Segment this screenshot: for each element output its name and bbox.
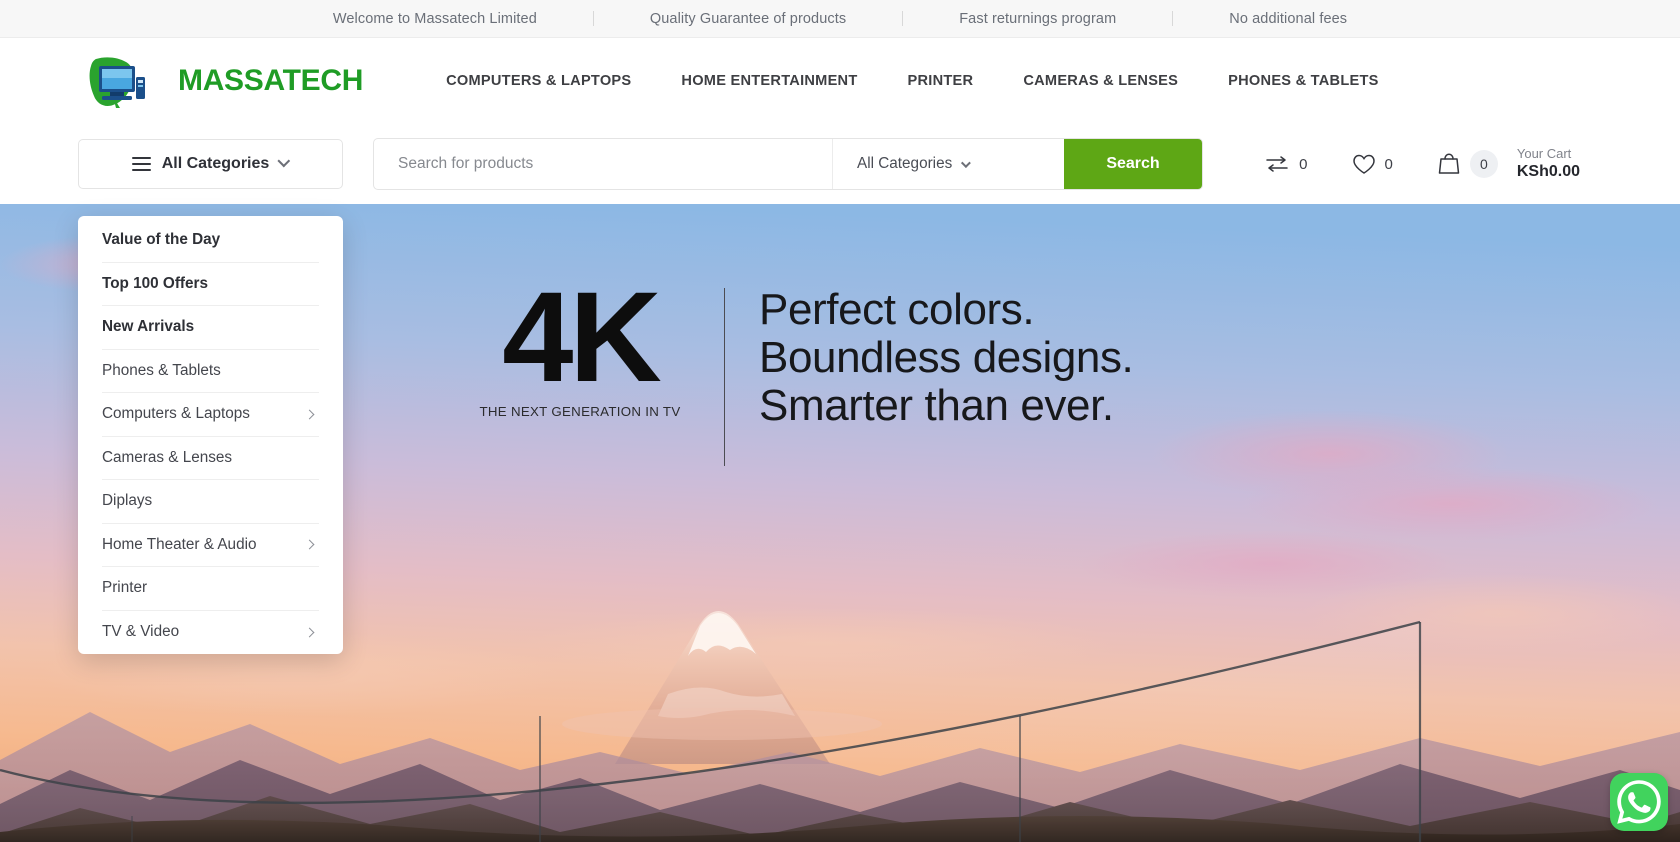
dropdown-item-label: TV & Video [102,623,180,641]
search-bar: All Categories Search [373,138,1203,190]
hero-headline-line-0: Perfect colors. [759,285,1035,334]
dropdown-item-diplays[interactable]: Diplays [102,480,319,524]
nav-item-phones-tablets[interactable]: PHONES & TABLETS [1203,73,1404,89]
whatsapp-chat-button[interactable] [1610,773,1668,831]
hero-copy: 4K THE NEXT GENERATION IN TV Perfect col… [470,266,1134,466]
cart-summary: Your Cart KSh0.00 [1517,146,1580,182]
all-categories-button[interactable]: All Categories [78,139,343,189]
dropdown-item-home-theater-audio[interactable]: Home Theater & Audio [102,524,319,567]
dropdown-item-label: Printer [102,579,148,597]
announcement-item-0: Welcome to Massatech Limited [332,10,537,27]
announcement-item-3: No additional fees [1229,10,1348,27]
search-input[interactable] [374,139,832,189]
dropdown-item-top-100-offers[interactable]: Top 100 Offers [102,263,319,306]
announcement-item-2: Fast returnings program [959,10,1117,27]
nav-item-home-entertainment[interactable]: HOME ENTERTAINMENT [656,73,882,89]
dropdown-item-printer[interactable]: Printer [102,567,319,611]
cart-total: KSh0.00 [1516,163,1580,181]
main-navigation: COMPUTERS & LAPTOPS HOME ENTERTAINMENT P… [421,73,1404,89]
search-row: All Categories All Categories Search 0 0 [0,124,1680,204]
announcement-list: Welcome to Massatech Limited Quality Gua… [277,11,1403,27]
dropdown-item-phones-tablets[interactable]: Phones & Tablets [102,350,319,393]
hero-subtitle: THE NEXT GENERATION IN TV [479,403,681,419]
compare-button[interactable]: 0 [1242,154,1329,174]
cart-label: Your Cart [1516,145,1572,161]
search-category-value: All Categories [857,155,953,172]
hero-headline-line-2: Smarter than ever. [759,380,1114,430]
logo-wordmark: MASSATECH [178,64,364,97]
dropdown-item-label: Value of the Day [102,231,221,249]
compare-count: 0 [1299,155,1308,173]
all-categories-label: All Categories [161,155,270,172]
shopping-bag-icon [1438,153,1460,174]
dropdown-item-cameras-lenses[interactable]: Cameras & Lenses [102,437,319,480]
dropdown-item-label: Phones & Tablets [102,361,221,379]
chevron-down-icon [961,157,972,168]
heart-icon [1352,154,1375,174]
all-categories-dropdown[interactable]: Value of the Day Top 100 Offers New Arri… [78,216,343,654]
chevron-down-icon [277,154,291,167]
chevron-right-icon [304,409,315,420]
cart-button[interactable]: 0 Your Cart KSh0.00 [1415,146,1602,182]
header-actions: 0 0 0 Your Cart KSh0.00 [1242,146,1602,182]
dropdown-item-tv-video[interactable]: TV & Video [102,611,319,655]
announcement-bar: Welcome to Massatech Limited Quality Gua… [0,0,1680,38]
announcement-item-1: Quality Guarantee of products [649,10,847,27]
search-category-select[interactable]: All Categories [832,139,1064,189]
dropdown-item-label: Home Theater & Audio [102,535,257,553]
hero-divider [724,288,725,466]
cart-count-badge: 0 [1469,150,1498,178]
hamburger-icon [131,157,151,171]
site-header: MASSATECH COMPUTERS & LAPTOPS HOME ENTER… [0,38,1680,124]
nav-item-printer[interactable]: PRINTER [883,73,999,89]
dropdown-item-label: Diplays [102,492,153,510]
compare-icon [1266,156,1288,172]
hero-headline-line-1: Boundless designs. [759,332,1134,382]
search-button[interactable]: Search [1064,139,1202,189]
dropdown-item-label: Top 100 Offers [102,274,208,292]
chevron-right-icon [304,627,315,638]
nav-item-computers-laptops[interactable]: COMPUTERS & LAPTOPS [421,73,656,89]
logo-icon [89,57,145,108]
dropdown-item-label: Computers & Laptops [102,405,250,423]
hero-badge-block: 4K THE NEXT GENERATION IN TV [470,266,690,419]
dropdown-item-computers-laptops[interactable]: Computers & Laptops [102,393,319,437]
wishlist-count: 0 [1384,155,1393,173]
chevron-right-icon [304,539,315,550]
dropdown-item-label: Cameras & Lenses [102,448,233,466]
nav-item-cameras-lenses[interactable]: CAMERAS & LENSES [998,73,1203,89]
dropdown-item-value-of-the-day[interactable]: Value of the Day [102,219,319,263]
site-logo[interactable]: MASSATECH [78,53,363,109]
dropdown-item-new-arrivals[interactable]: New Arrivals [102,306,319,350]
wishlist-button[interactable]: 0 [1330,154,1415,175]
dropdown-item-label: New Arrivals [102,318,195,336]
hero-badge: 4K [502,266,662,409]
whatsapp-icon [1617,780,1661,824]
hero-headline: Perfect colors. Boundless designs. Smart… [759,282,1134,430]
